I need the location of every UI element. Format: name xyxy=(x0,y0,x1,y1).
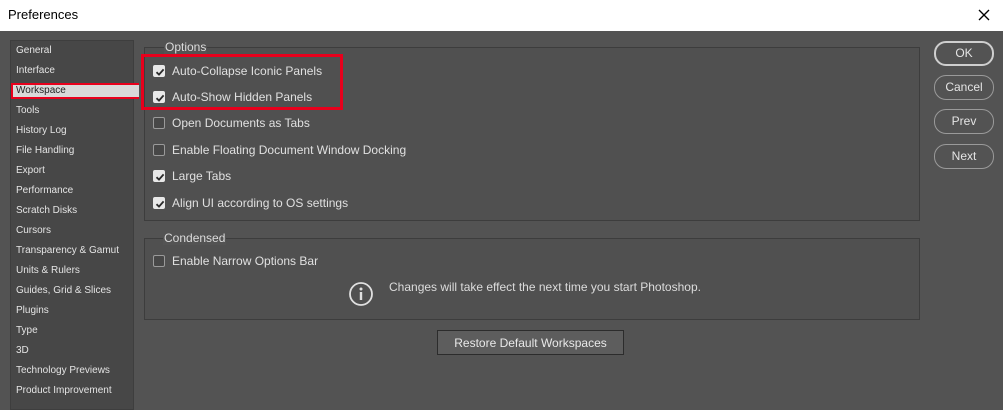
title-bar: Preferences xyxy=(0,0,1003,31)
sidebar-item-history-log[interactable]: History Log xyxy=(16,123,67,139)
close-icon[interactable] xyxy=(971,2,997,28)
next-button[interactable]: Next xyxy=(934,144,994,169)
option-label: Align UI according to OS settings xyxy=(172,196,349,210)
ok-button[interactable]: OK xyxy=(934,41,994,66)
checkbox-open-documents-tabs[interactable] xyxy=(153,117,165,129)
checkbox-large-tabs[interactable] xyxy=(153,170,165,182)
checkbox-align-ui-os[interactable] xyxy=(153,197,165,209)
sidebar-item-technology-previews[interactable]: Technology Previews xyxy=(16,363,110,379)
option-label: Enable Floating Document Window Docking xyxy=(172,143,407,157)
sidebar-item-scratch-disks[interactable]: Scratch Disks xyxy=(16,203,77,219)
checkbox-floating-docking[interactable] xyxy=(153,144,165,156)
preferences-sidebar: General Interface Workspace Tools Histor… xyxy=(10,40,139,410)
options-group-title: Options xyxy=(164,40,208,54)
checkmark-icon xyxy=(155,200,165,208)
option-label: Enable Narrow Options Bar xyxy=(172,254,319,268)
sidebar-item-interface[interactable]: Interface xyxy=(16,63,55,79)
sidebar-item-performance[interactable]: Performance xyxy=(16,183,73,199)
condensed-group-title: Condensed xyxy=(163,231,227,245)
checkmark-icon xyxy=(155,173,165,181)
sidebar-item-units-rulers[interactable]: Units & Rulers xyxy=(16,263,80,279)
window-title: Preferences xyxy=(8,7,79,22)
sidebar-item-guides-grid-slices[interactable]: Guides, Grid & Slices xyxy=(16,283,111,299)
sidebar-item-transparency-gamut[interactable]: Transparency & Gamut xyxy=(16,243,119,259)
option-label: Large Tabs xyxy=(172,169,232,183)
sidebar-item-product-improvement[interactable]: Product Improvement xyxy=(16,383,112,399)
restart-notice: Changes will take effect the next time y… xyxy=(389,280,701,294)
sidebar-item-export[interactable]: Export xyxy=(16,163,45,179)
option-label: Open Documents as Tabs xyxy=(172,116,310,130)
restore-default-workspaces-button[interactable]: Restore Default Workspaces xyxy=(437,330,624,355)
checkbox-narrow-options-bar[interactable] xyxy=(153,255,165,267)
sidebar-item-tools[interactable]: Tools xyxy=(16,103,39,119)
sidebar-item-type[interactable]: Type xyxy=(16,323,38,339)
annotation-highlight-box xyxy=(141,54,343,110)
sidebar-item-general[interactable]: General xyxy=(16,43,52,59)
condensed-group xyxy=(144,238,920,320)
sidebar-item-workspace[interactable]: Workspace xyxy=(16,83,66,99)
sidebar-item-file-handling[interactable]: File Handling xyxy=(16,143,74,159)
prev-button[interactable]: Prev xyxy=(934,109,994,134)
sidebar-item-cursors[interactable]: Cursors xyxy=(16,223,51,239)
sidebar-item-plugins[interactable]: Plugins xyxy=(16,303,49,319)
cancel-button[interactable]: Cancel xyxy=(934,75,994,100)
sidebar-item-3d[interactable]: 3D xyxy=(16,343,29,359)
info-icon xyxy=(348,281,374,307)
